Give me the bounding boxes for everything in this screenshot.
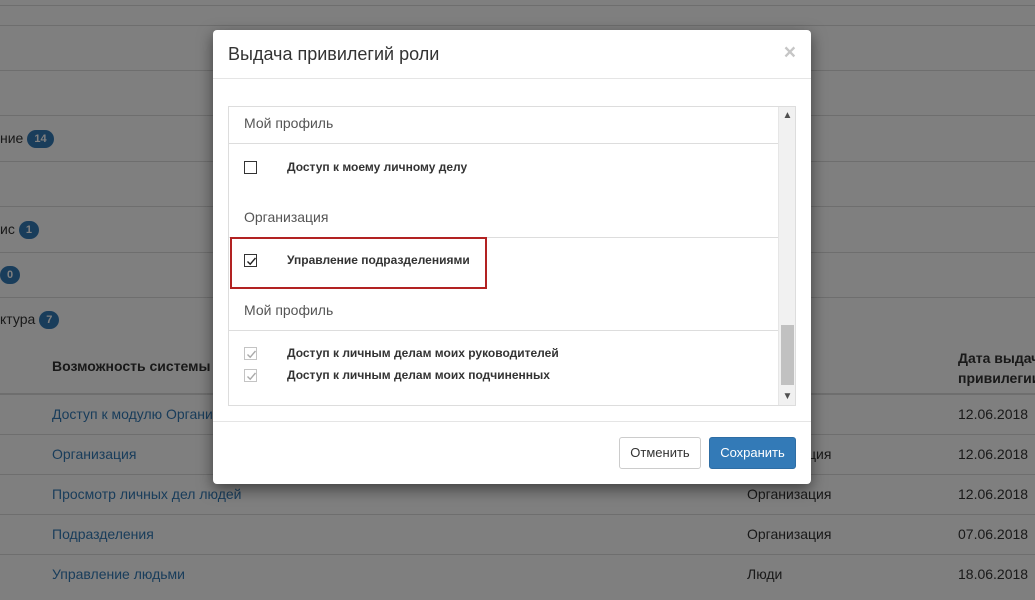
scrollbar-thumb[interactable] [781, 325, 794, 385]
checkmark-icon [247, 350, 257, 359]
modal-header: Выдача привилегий роли × [213, 30, 811, 79]
save-button[interactable]: Сохранить [709, 437, 796, 469]
checkmark-icon [247, 372, 257, 381]
privilege-label: Доступ к личным делам моих подчиненных [287, 368, 550, 382]
checkbox-checked-disabled [244, 347, 257, 360]
highlight-annotation [230, 237, 487, 289]
group-title: Мой профиль [244, 302, 334, 318]
role-privileges-dialog: Выдача привилегий роли × Мой профиль Дос… [213, 30, 811, 484]
modal-footer: Отменить Сохранить [213, 421, 811, 484]
cancel-button[interactable]: Отменить [619, 437, 701, 469]
privilege-label: Доступ к личным делам моих руководителей [287, 346, 559, 360]
group-title: Мой профиль [244, 115, 334, 131]
modal-title: Выдача привилегий роли [228, 44, 440, 64]
divider [229, 143, 778, 144]
checkbox-checked-disabled [244, 369, 257, 382]
close-icon[interactable]: × [784, 42, 796, 63]
chevron-up-icon[interactable]: ▲ [779, 107, 795, 124]
modal-body: Мой профиль Доступ к моему личному делу … [213, 79, 811, 422]
group-title: Организация [244, 209, 329, 225]
list-scrollbar[interactable]: ▲ ▼ [778, 107, 795, 405]
chevron-down-icon[interactable]: ▼ [779, 388, 795, 405]
privilege-label: Доступ к моему личному делу [287, 160, 468, 174]
checkbox[interactable] [244, 161, 257, 174]
divider [229, 330, 778, 331]
